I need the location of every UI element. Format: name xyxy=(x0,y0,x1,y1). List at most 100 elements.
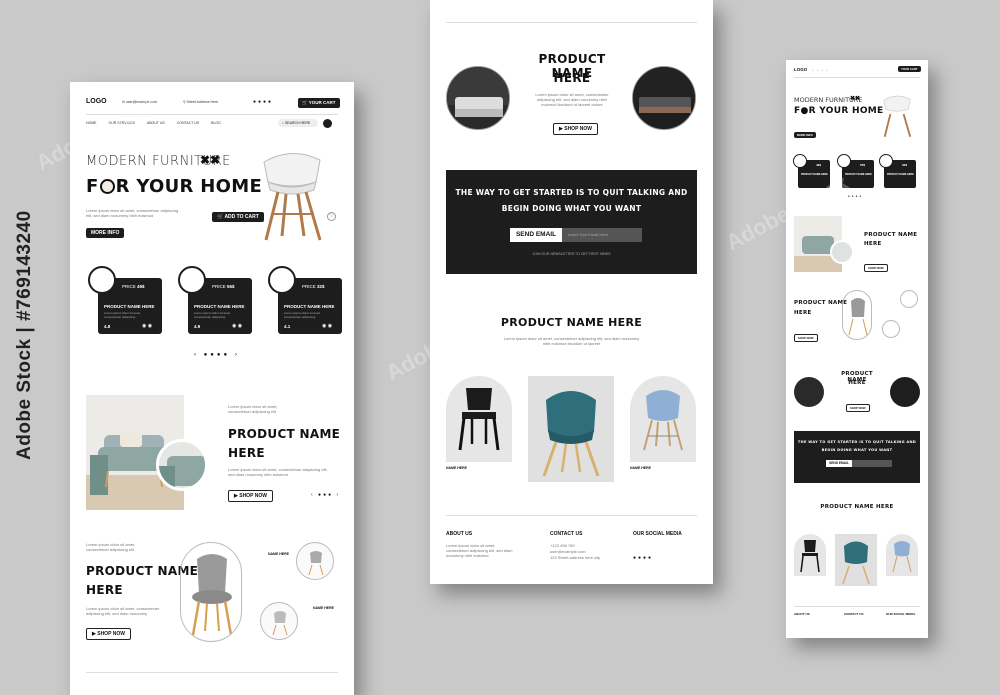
teal-chair-card[interactable] xyxy=(528,376,614,482)
social-icons[interactable]: ●●●● xyxy=(253,99,273,105)
price-label: PRICE 55$ xyxy=(212,284,235,289)
r-f2-title2: HERE xyxy=(794,310,812,316)
nav-about[interactable]: ABOUT US xyxy=(147,121,165,125)
r-footer-about: ABOUT US xyxy=(794,612,810,616)
cta-note: JOIN OUR NEWSLETTER TO GET FIRST NEWS xyxy=(532,252,611,256)
price-label: PRICE 32$ xyxy=(302,284,325,289)
feature2-shop-button[interactable]: ▶ SHOP NOW xyxy=(86,628,131,640)
carousel-dots[interactable]: ‹ ●●●● › xyxy=(194,352,240,358)
card-action-icons[interactable]: ◉ ◉ xyxy=(232,323,242,329)
r-email-input[interactable] xyxy=(852,460,892,467)
black-chair-card[interactable] xyxy=(446,376,512,462)
r-teal-chair-card[interactable] xyxy=(835,534,877,586)
nav-blog[interactable]: BLOG xyxy=(211,121,221,125)
r-product-card[interactable]: 55$ PRODUCT NAME HERE xyxy=(837,154,874,188)
r-cart-button[interactable]: YOUR CART xyxy=(898,66,921,72)
small-chair-circle-1[interactable] xyxy=(296,542,334,580)
r-small-chair-circle-1[interactable] xyxy=(900,290,918,308)
r-logo[interactable]: LOGO xyxy=(794,67,807,72)
r-carousel-dots[interactable]: ●●●● xyxy=(848,194,863,198)
footer-social-icons[interactable]: ●●●● xyxy=(633,555,653,561)
r-send-email-button[interactable]: SEND EMAIL xyxy=(826,460,852,467)
r-product-thumb-icon xyxy=(837,154,851,168)
send-email-button[interactable]: SEND EMAIL xyxy=(510,228,562,242)
footer-contact-line1: +123 456 789 xyxy=(550,543,575,548)
user-icon[interactable] xyxy=(323,119,332,128)
feature2-label2: NAME HERE xyxy=(313,606,335,610)
r-f2-title1: PRODUCT NAME xyxy=(794,300,848,306)
left-page-mockup: LOGO ✉ user@example.com ⚲ Street Address… xyxy=(70,82,354,695)
product-card[interactable]: PRICE 32$ PRODUCT NAME HERE Lorem ipsum … xyxy=(268,266,342,334)
search-input[interactable]: ⌕ SEARCH HERE xyxy=(278,119,318,127)
r-sofa-circle-image xyxy=(794,377,824,407)
adobe-stock-side-label: Adobe Stock | #769143240 xyxy=(14,210,35,460)
logo[interactable]: LOGO xyxy=(86,98,107,105)
feature1-dots[interactable]: ‹ ●●● › xyxy=(311,492,340,498)
r-f1-title1: PRODUCT NAME xyxy=(864,232,918,238)
hero-desc: Lorem ipsum dolor sit amet, consectetuer… xyxy=(86,208,179,218)
product-thumb-icon xyxy=(178,266,206,294)
small-chair-circle-2[interactable] xyxy=(260,602,298,640)
product-name: PRODUCT NAME HERE xyxy=(104,304,155,309)
footer-about-title: ABOUT US xyxy=(446,531,473,537)
r-f1-shop-button[interactable]: SHOP NOW xyxy=(864,264,888,272)
feature1-shop-button[interactable]: ▶ SHOP NOW xyxy=(228,490,273,502)
product-desc: Lorem ipsum dolor sit amet consectetuer … xyxy=(194,311,231,319)
mid-p2-title: PRODUCT NAME HERE xyxy=(500,316,643,329)
feature1-title1: PRODUCT NAME xyxy=(228,427,341,441)
product-card[interactable]: PRICE 55$ PRODUCT NAME HERE Lorem ipsum … xyxy=(178,266,252,334)
cta-line2: BEGIN DOING WHAT YOU WANT xyxy=(501,204,642,213)
feature2-caption: Lorem ipsum dolor sit amet, consectetuer… xyxy=(86,542,136,552)
r-small-chair-circle-2[interactable] xyxy=(882,320,900,338)
email-input[interactable]: Insert Your Email Here xyxy=(562,228,642,242)
middle-page-mockup: PRODUCT NAME HERE Lorem ipsum dolor sit … xyxy=(430,0,713,584)
r-cta-line2: BEGIN DOING WHAT YOU WANT xyxy=(821,448,893,452)
r-price: 32$ xyxy=(902,163,908,167)
r-product-name: PRODUCT NAME HERE xyxy=(801,173,828,176)
r-blue-chair-card[interactable] xyxy=(886,534,918,576)
mid-p1-shop-button[interactable]: ▶ SHOP NOW xyxy=(553,123,598,135)
r-decor-x-icon: ✖✖ xyxy=(850,96,861,102)
r-price: 55$ xyxy=(860,163,866,167)
r-f2-shop-button[interactable]: SHOP NOW xyxy=(794,334,818,342)
nav-services[interactable]: OUR SERVICES xyxy=(109,121,135,125)
r-bed-circle-image xyxy=(890,377,920,407)
more-info-button[interactable]: MORE INFO xyxy=(86,228,125,238)
nav-home[interactable]: HOME xyxy=(86,121,97,125)
price-label: PRICE 49$ xyxy=(122,284,145,289)
cart-button[interactable]: 🛒 YOUR CART xyxy=(298,98,340,108)
r-p2-title: PRODUCT NAME HERE xyxy=(820,504,894,510)
feature1-title2: HERE xyxy=(228,446,265,460)
r-f3-shop-button[interactable]: SHOP NOW xyxy=(846,404,870,412)
bed-circle-image xyxy=(632,66,696,130)
product-thumb-icon xyxy=(268,266,296,294)
r-product-card[interactable]: 32$ PRODUCT NAME HERE xyxy=(879,154,916,188)
footer-contact-line2: user@example.com xyxy=(550,549,586,554)
r-black-chair-card[interactable] xyxy=(794,534,826,576)
card-action-icons[interactable]: ◉ ◉ xyxy=(322,323,332,329)
product-name: PRODUCT NAME HERE xyxy=(284,304,335,309)
r-gray-chair-image xyxy=(842,290,872,340)
product-desc: Lorem ipsum dolor sit amet consectetuer … xyxy=(284,311,321,319)
product-card[interactable]: PRICE 49$ PRODUCT NAME HERE Lorem ipsum … xyxy=(88,266,162,334)
product-thumb-icon xyxy=(88,266,116,294)
r-product-thumb-icon xyxy=(793,154,807,168)
heart-icon[interactable]: ♡ xyxy=(327,212,336,221)
r-product-name: PRODUCT NAME HERE xyxy=(887,173,914,176)
cta-line1: THE WAY TO GET STARTED IS TO QUIT TALKIN… xyxy=(455,188,688,197)
r-footer-social: OUR SOCIAL MEDIA xyxy=(886,612,916,616)
nav-contact[interactable]: CONTACT US xyxy=(177,121,199,125)
product-rating: 4.9 xyxy=(194,324,201,329)
r-product-card[interactable]: 49$ PRODUCT NAME HERE xyxy=(793,154,830,188)
blue-chair-card[interactable] xyxy=(630,376,696,462)
r-product-name: PRODUCT NAME HERE xyxy=(845,173,872,176)
card-action-icons[interactable]: ◉ ◉ xyxy=(142,323,152,329)
gray-chair-image xyxy=(180,542,242,642)
mid-p1-title2: HERE xyxy=(553,71,591,85)
product-name: PRODUCT NAME HERE xyxy=(194,304,245,309)
feature2-title2: HERE xyxy=(86,583,123,597)
feature-detail-circle xyxy=(156,439,208,491)
right-page-mockup: LOGO ▪▪▪▪ YOUR CART MODERN FURNITURE ✖✖ … xyxy=(786,60,928,638)
feature2-desc: Lorem ipsum dolor sit amet, consectetuer… xyxy=(86,606,160,616)
r-more-info-button[interactable]: MORE INFO xyxy=(794,132,816,138)
